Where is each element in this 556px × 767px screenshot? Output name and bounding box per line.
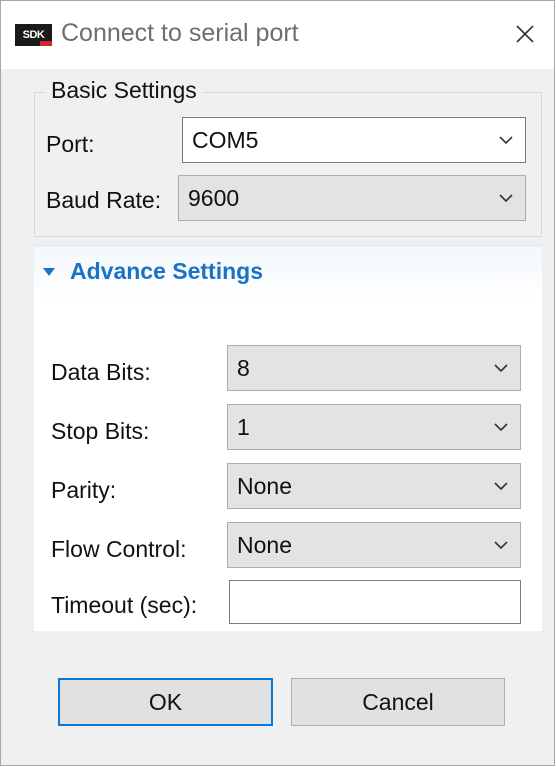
advance-settings-title: Advance Settings: [70, 258, 263, 284]
close-button[interactable]: [508, 17, 542, 51]
chevron-down-icon: [499, 136, 513, 145]
stop-bits-select[interactable]: 1: [227, 404, 521, 450]
flow-control-select[interactable]: None: [227, 522, 521, 568]
flow-control-label: Flow Control:: [51, 536, 187, 562]
chevron-down-icon: [494, 541, 508, 550]
data-bits-label: Data Bits:: [51, 359, 151, 385]
parity-label: Parity:: [51, 477, 117, 503]
dialog-title: Connect to serial port: [61, 19, 299, 47]
stop-bits-label: Stop Bits:: [51, 418, 150, 444]
timeout-input[interactable]: [229, 580, 521, 624]
chevron-down-icon: [494, 423, 508, 432]
chevron-down-icon: [494, 482, 508, 491]
flow-control-value: None: [237, 532, 292, 558]
close-icon: [516, 25, 534, 43]
port-value: COM5: [192, 127, 259, 153]
advance-settings-header[interactable]: Advance Settings: [34, 245, 542, 303]
data-bits-value: 8: [237, 355, 250, 381]
ok-button[interactable]: OK: [58, 678, 273, 726]
chevron-down-icon: [499, 194, 513, 203]
title-bar: SDK Connect to serial port: [1, 1, 554, 69]
baud-rate-label: Baud Rate:: [46, 187, 162, 213]
stop-bits-value: 1: [237, 414, 250, 440]
baud-rate-select[interactable]: 9600: [178, 175, 526, 221]
basic-settings-legend: Basic Settings: [46, 77, 202, 104]
baud-rate-value: 9600: [188, 185, 240, 211]
expand-arrow-icon: [43, 268, 55, 276]
chevron-down-icon: [494, 364, 508, 373]
sdk-app-icon: SDK: [15, 24, 52, 46]
timeout-label: Timeout (sec):: [51, 592, 198, 618]
cancel-button[interactable]: Cancel: [291, 678, 505, 726]
port-select[interactable]: COM5: [182, 117, 526, 163]
parity-value: None: [237, 473, 292, 499]
parity-select[interactable]: None: [227, 463, 521, 509]
serial-port-dialog: SDK Connect to serial port Basic Setting…: [0, 0, 555, 766]
data-bits-select[interactable]: 8: [227, 345, 521, 391]
port-label: Port:: [46, 131, 95, 157]
